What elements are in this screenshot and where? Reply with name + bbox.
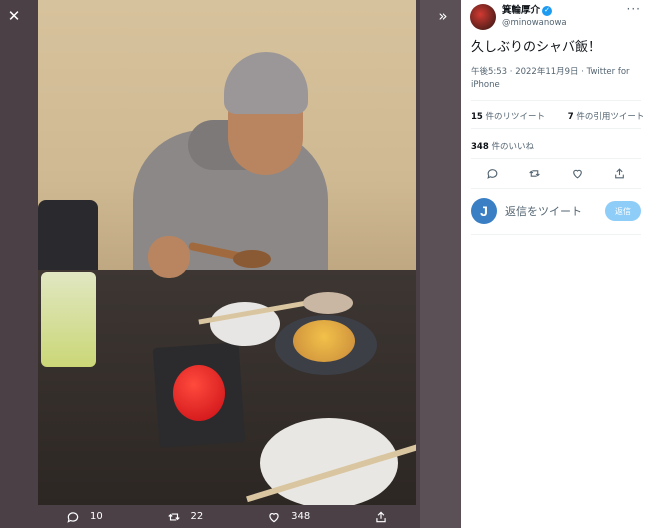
divider <box>471 234 641 235</box>
tweet-photo[interactable] <box>38 0 416 505</box>
reply-input[interactable]: 返信をツイート <box>505 203 605 219</box>
retweet-button[interactable] <box>528 165 541 184</box>
tweet-text: 久しぶりのシャバ飯！ <box>471 40 602 55</box>
retweet-icon <box>529 169 541 177</box>
heart-icon <box>269 512 279 522</box>
reply-submit-button[interactable]: 返信 <box>605 201 641 221</box>
handle[interactable]: @minowanowa <box>502 17 567 30</box>
more-icon: ··· <box>626 2 641 16</box>
divider <box>471 100 641 101</box>
user-avatar: J <box>471 198 497 224</box>
photo-hand <box>148 236 190 278</box>
like-action[interactable]: 348 <box>267 510 310 524</box>
media-action-bar: 10 22 348 <box>38 505 416 528</box>
share-action[interactable] <box>374 510 388 524</box>
close-button[interactable]: ✕ <box>0 2 28 30</box>
tweet-detail-panel: 箕輪厚介 ✓ @minowanowa ··· 久しぶりのシャバ飯！ 午後5:53… <box>461 0 645 528</box>
double-chevron-right-icon: » <box>438 7 448 25</box>
reply-icon <box>67 511 79 523</box>
photo-spoon-bowl <box>233 250 271 268</box>
photo-food <box>293 320 355 362</box>
share-icon <box>615 167 625 178</box>
share-icon <box>376 511 386 522</box>
retweet-action[interactable]: 22 <box>167 510 204 524</box>
close-icon: ✕ <box>7 7 21 25</box>
heart-icon <box>572 169 582 178</box>
avatar[interactable] <box>470 4 496 30</box>
display-name-text: 箕輪厚介 <box>502 5 541 16</box>
tweet-author[interactable]: 箕輪厚介 ✓ @minowanowa <box>470 4 640 30</box>
photo-glass <box>41 272 96 367</box>
likes-stat[interactable]: 348 件のいいね <box>471 142 544 152</box>
display-name[interactable]: 箕輪厚介 ✓ <box>502 4 567 17</box>
verified-icon: ✓ <box>542 5 553 16</box>
photo-side-dish <box>303 292 353 314</box>
tweet-actions <box>471 164 641 184</box>
retweet-count: 22 <box>190 511 204 522</box>
likes-stats: 348 件のいいね <box>471 140 554 152</box>
reply-icon <box>487 168 498 179</box>
toggle-panel-button[interactable]: » <box>429 2 457 30</box>
like-button[interactable] <box>571 165 584 184</box>
retweet-icon <box>167 513 180 520</box>
more-options-button[interactable]: ··· <box>627 2 641 16</box>
retweet-quote-stats: 15 件のリツイート 7 件の引用ツイート <box>471 110 645 122</box>
retweets-stat[interactable]: 15 件のリツイート <box>471 112 555 122</box>
share-button[interactable] <box>613 165 626 184</box>
divider <box>471 128 641 129</box>
reply-composer: J 返信をツイート 返信 <box>471 198 641 224</box>
divider <box>471 158 641 159</box>
like-count: 348 <box>291 511 311 522</box>
quotes-stat[interactable]: 7 件の引用ツイート <box>568 112 645 122</box>
backdrop-panel <box>420 0 461 528</box>
divider <box>471 188 641 189</box>
reply-action[interactable]: 10 <box>66 510 103 524</box>
reply-count: 10 <box>90 511 103 522</box>
tweet-meta[interactable]: 午後5:53 · 2022年11月9日 · Twitter for iPhone <box>471 66 639 92</box>
reply-button[interactable] <box>486 165 499 184</box>
author-names: 箕輪厚介 ✓ @minowanowa <box>502 4 567 30</box>
media-viewer: ✕ » 10 22 348 <box>0 0 461 528</box>
photo-tomato <box>173 365 225 421</box>
